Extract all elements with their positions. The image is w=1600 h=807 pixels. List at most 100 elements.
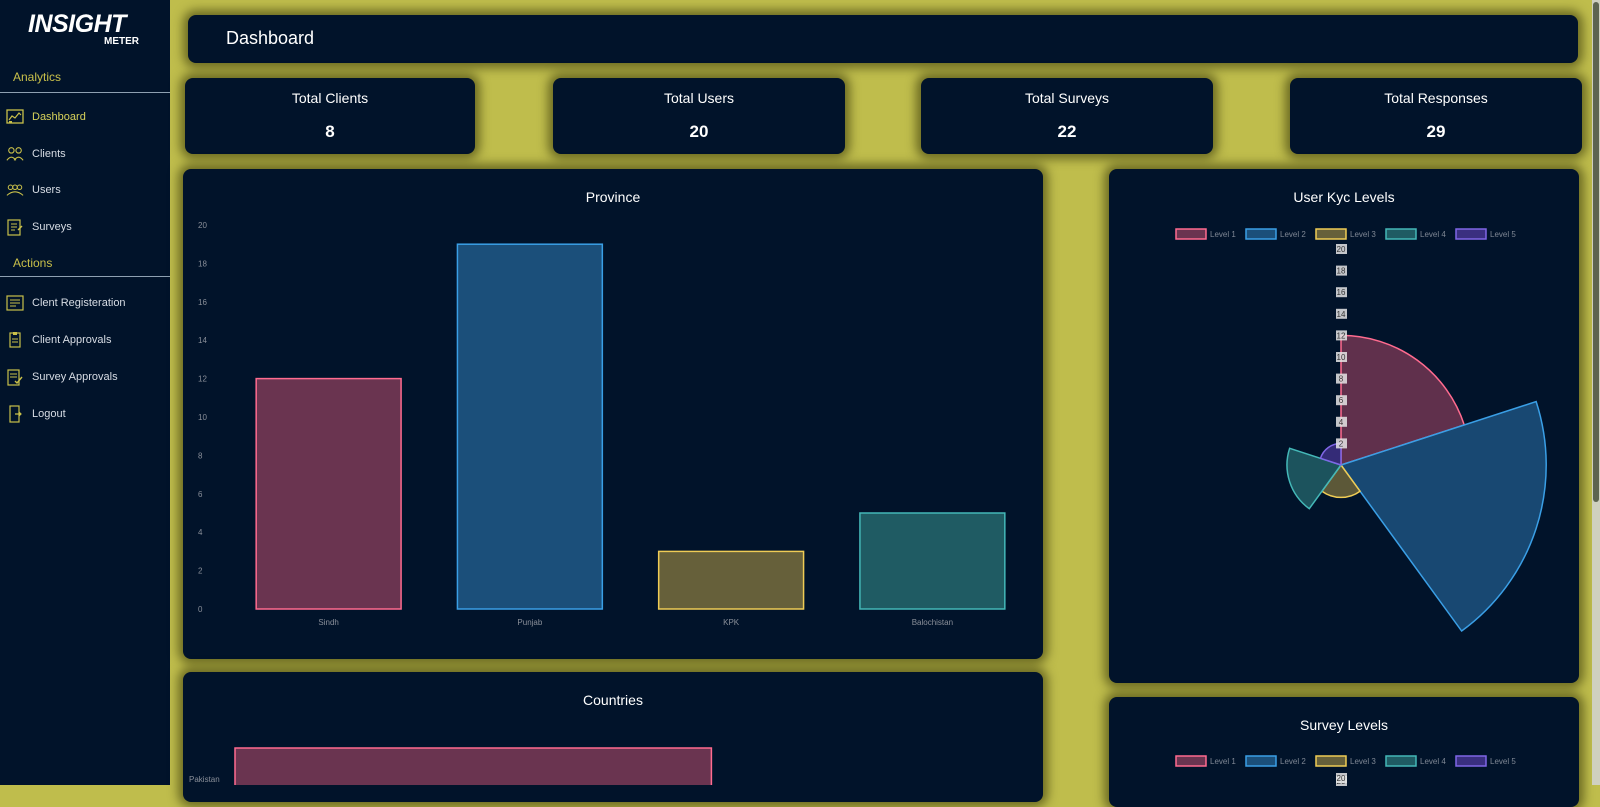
legend-swatch [1315,755,1347,767]
legend-label: Level 4 [1420,230,1446,239]
y-tick-label: 4 [198,528,203,537]
y-tick-label: 16 [198,298,207,307]
bar-balochistan [859,512,1006,610]
x-tick-label: KPK [723,618,740,627]
stat-label: Total Users [663,90,735,106]
radial-tick-label: 2 [1339,439,1344,448]
y-tick-label: 8 [198,451,203,460]
analytics-section-title: Analytics [13,70,62,84]
bar-sindh [255,377,402,610]
radial-tick-label: 10 [1337,353,1346,362]
stat-label: Total Surveys [1024,90,1110,106]
registration-icon [6,294,24,312]
brand-sub: METER [104,36,139,47]
page-title: Dashboard [226,28,315,48]
radial-tick-label: 20 [1337,245,1346,254]
legend-label: Level 3 [1350,230,1376,239]
divider [0,276,170,277]
legend-label: Level 2 [1280,230,1306,239]
y-tick-label: Pakistan [189,775,220,784]
sidebar-item-label: Users [32,184,61,196]
stat-label: Total Clients [291,90,369,106]
stat-card-responses: Total Responses 29 [1290,78,1582,154]
legend-swatch [1385,228,1417,240]
sidebar: INSIGHT METER Analytics Dashboard Client… [0,0,170,785]
radial-tick-label: 16 [1337,288,1346,297]
legend-swatch [1385,755,1417,767]
survey-polar-chart: Level 1Level 2Level 3Level 4Level 52020 [1175,755,1516,786]
y-tick-label: 20 [198,221,207,230]
radial-tick-label: 20 [1337,774,1346,783]
brand-name: INSIGHT [28,10,126,38]
stat-value: 20 [689,122,709,141]
sidebar-item-client-approvals[interactable]: Client Approvals [6,330,112,350]
sidebar-item-label: Dashboard [32,111,86,123]
sidebar-item-dashboard[interactable]: Dashboard [6,107,86,127]
bar-pakistan [234,747,713,785]
kyc-chart-card: User Kyc Levels Level 1 Level 2 Level 3 Lev… [1109,169,1579,683]
sidebar-item-surveys[interactable]: Surveys [6,217,72,237]
y-tick-label: 0 [198,605,203,614]
y-tick-label: 6 [198,490,203,499]
radial-tick-label: 14 [1337,310,1346,319]
y-tick-label: 2 [198,567,203,576]
province-chart-card: Province 0 2 4 6 8 10 12 14 16 18 20 Sindh Punjab KPK… [183,169,1043,659]
stat-label: Total Responses [1384,90,1488,106]
stat-card-surveys: Total Surveys 22 [921,78,1213,154]
stat-card-users: Total Users 20 [553,78,845,154]
sidebar-item-users[interactable]: Users [6,180,61,200]
page-scrollbar[interactable] [1592,0,1600,785]
legend-swatch [1455,755,1487,767]
surveys-icon [6,218,24,236]
legend-swatch [1455,228,1487,240]
y-tick-label: 10 [198,413,207,422]
y-tick-label: 18 [198,259,207,268]
sidebar-item-client-registration[interactable]: Clent Registeration [6,293,126,313]
kyc-polar-chart: Level 1 Level 2 Level 3 Level 4 Level 5 2 4 6 8 1… [1175,228,1547,633]
countries-chart: Pakistan [189,747,713,785]
bar-kpk [657,550,805,610]
sidebar-item-survey-approvals[interactable]: Survey Approvals [6,367,118,387]
legend-swatch [1175,755,1207,767]
legend-label: Level 5 [1490,230,1516,239]
province-chart: 0 2 4 6 8 10 12 14 16 18 20 Sindh Punjab KPK Balochist… [198,221,1006,627]
sidebar-item-clients[interactable]: Clients [6,144,66,164]
legend-swatch [1175,228,1207,240]
x-tick-label: Punjab [517,618,542,627]
y-tick-label: 14 [198,336,207,345]
stat-card-clients: Total Clients 8 [185,78,475,154]
radial-tick-label: 12 [1337,331,1346,340]
sidebar-item-label: Logout [32,408,66,420]
y-tick-label: 12 [198,375,207,384]
survey-approval-icon [6,368,24,386]
legend-label: Level 3 [1350,757,1376,766]
legend-swatch [1315,228,1347,240]
sidebar-item-label: Survey Approvals [32,371,118,383]
radial-tick-label: 18 [1337,267,1346,276]
actions-section-title: Actions [13,256,53,270]
radial-tick-label: 6 [1339,396,1344,405]
legend-swatch [1245,228,1277,240]
legend-label: Level 2 [1280,757,1306,766]
legend-label: Level 4 [1420,757,1446,766]
countries-chart-card: Countries Pakistan [183,672,1043,802]
radial-tick-label: 8 [1339,375,1344,384]
legend-swatch [1245,755,1277,767]
dashboard-icon [6,108,24,126]
clients-icon [6,145,24,163]
x-tick-label: Sindh [318,618,338,627]
bar-punjab [456,243,604,610]
users-icon [6,181,24,199]
sidebar-item-label: Client Approvals [32,334,112,346]
approval-icon [6,331,24,349]
legend-label: Level 1 [1210,757,1236,766]
divider [0,92,170,93]
radial-tick-label: 4 [1339,418,1344,427]
page-header: Dashboard [188,15,1578,63]
stat-value: 22 [1057,122,1077,141]
survey-levels-card: Survey Levels Level 1 Level 2 Level 3 Level… [1109,697,1579,807]
logout-icon [6,405,24,423]
stat-value: 8 [325,122,335,141]
scrollbar-thumb[interactable] [1593,2,1599,502]
sidebar-item-logout[interactable]: Logout [6,404,66,424]
